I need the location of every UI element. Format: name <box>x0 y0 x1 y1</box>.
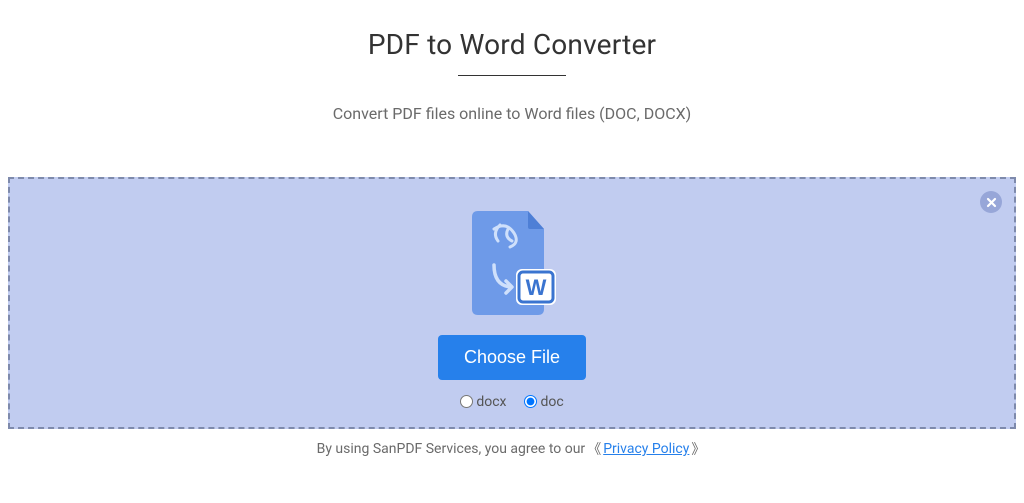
title-underline <box>458 75 566 76</box>
choose-file-button[interactable]: Choose File <box>438 335 586 380</box>
svg-text:W: W <box>526 275 547 300</box>
privacy-policy-link[interactable]: Privacy Policy <box>603 441 689 457</box>
format-option-doc[interactable]: doc <box>524 394 563 410</box>
file-dropzone[interactable]: W Choose File docx doc <box>8 177 1016 429</box>
format-radio-group: docx doc <box>460 394 563 410</box>
footer-prefix: By using SanPDF Services, you agree to o… <box>317 441 586 457</box>
format-label-docx: docx <box>476 394 506 410</box>
page-subtitle: Convert PDF files online to Word files (… <box>333 104 691 123</box>
format-radio-doc[interactable] <box>524 395 537 408</box>
close-button[interactable] <box>980 191 1002 213</box>
bracket-close: 》 <box>689 439 707 459</box>
page-title: PDF to Word Converter <box>368 28 656 61</box>
format-radio-docx[interactable] <box>460 395 473 408</box>
footer-text: By using SanPDF Services, you agree to o… <box>317 439 708 459</box>
bracket-open: 《 <box>585 439 603 459</box>
pdf-to-word-icon: W <box>464 207 560 323</box>
close-icon <box>986 197 997 208</box>
format-option-docx[interactable]: docx <box>460 394 506 410</box>
format-label-doc: doc <box>540 394 563 410</box>
